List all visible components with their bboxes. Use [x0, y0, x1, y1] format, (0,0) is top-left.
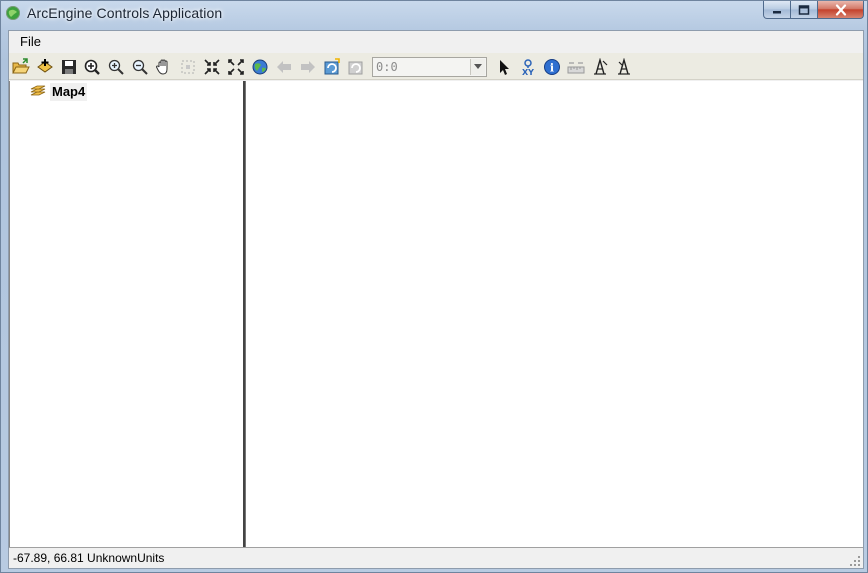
menu-bar: File: [9, 31, 863, 52]
forward-extent-button[interactable]: [297, 56, 319, 78]
menu-file[interactable]: File: [15, 33, 46, 51]
maximize-button[interactable]: [791, 1, 818, 19]
status-coordinates: -67.89, 66.81 UnknownUnits: [13, 551, 165, 565]
open-folder-icon: [12, 58, 30, 74]
zoom-in-box-icon: [84, 59, 100, 75]
zoom-to-selected-button[interactable]: [177, 56, 199, 78]
save-disk-icon: [62, 60, 76, 74]
full-extent-button[interactable]: [249, 56, 271, 78]
toc-map-label[interactable]: Map4: [50, 83, 88, 101]
select-elements-button[interactable]: [493, 56, 515, 78]
go-to-xy-button[interactable]: XY: [517, 56, 539, 78]
identify-button[interactable]: i: [541, 56, 563, 78]
minimize-icon: [773, 10, 781, 13]
page-refresh-icon: [348, 61, 363, 75]
find-button[interactable]: [589, 56, 611, 78]
back-extent-button[interactable]: [273, 56, 295, 78]
measure-button[interactable]: [565, 56, 587, 78]
open-document-button[interactable]: [10, 56, 32, 78]
resize-grip-icon[interactable]: [849, 554, 861, 566]
close-button[interactable]: [818, 1, 864, 19]
svg-text:i: i: [550, 62, 554, 75]
save-button[interactable]: [58, 56, 80, 78]
title-bar[interactable]: ArcEngine Controls Application: [1, 1, 867, 27]
chevron-down-icon: [474, 64, 482, 69]
ruler-icon: [567, 62, 585, 74]
add-data-button[interactable]: [34, 56, 56, 78]
zoom-out-icon: [132, 59, 148, 75]
add-data-icon: [37, 59, 53, 73]
application-window: ArcEngine Controls Application File 0:0 …: [0, 0, 868, 573]
arrow-left-icon: [277, 61, 291, 73]
map-canvas[interactable]: [245, 81, 863, 547]
zoom-out-button[interactable]: [129, 56, 151, 78]
client-area: File 0:0 XY i Map4 -67.89, 66.81 Unknown…: [8, 30, 864, 569]
globe-app-icon: [5, 5, 21, 21]
pointer-arrow-icon: [500, 60, 509, 75]
fixed-zoom-out-icon: [228, 59, 244, 75]
fixed-zoom-in-icon: [204, 59, 220, 75]
fixed-zoom-in-button[interactable]: [201, 56, 223, 78]
zoom-in-fixed-button[interactable]: [81, 56, 103, 78]
window-title: ArcEngine Controls Application: [27, 5, 223, 21]
svg-text:XY: XY: [522, 68, 534, 76]
zoom-in-button[interactable]: [105, 56, 127, 78]
pan-button[interactable]: [153, 56, 175, 78]
arrow-right-icon: [301, 61, 315, 73]
scale-dropdown-button[interactable]: [470, 59, 485, 75]
globe-full-extent-icon: [252, 59, 268, 75]
layers-icon: [30, 85, 46, 99]
status-bar: -67.89, 66.81 UnknownUnits: [9, 547, 863, 568]
toolbar: 0:0 XY i: [9, 53, 863, 80]
minimize-button[interactable]: [763, 1, 791, 19]
lightning-tool-icon: [618, 58, 630, 75]
maximize-icon: [798, 4, 810, 15]
refresh-map-icon: [324, 58, 340, 75]
hyperlink-button[interactable]: [613, 56, 635, 78]
page-refresh-button[interactable]: [345, 56, 367, 78]
scale-combo[interactable]: 0:0: [372, 57, 487, 77]
pan-hand-icon: [155, 59, 168, 75]
toc-panel[interactable]: Map4: [9, 81, 245, 547]
refresh-button[interactable]: [321, 56, 343, 78]
zoom-to-selected-icon: [181, 60, 195, 74]
info-icon: i: [544, 59, 560, 75]
zoom-in-icon: [108, 59, 124, 75]
binoculars-pen-icon: [594, 58, 608, 75]
go-to-xy-icon: XY: [522, 59, 534, 76]
scale-value: 0:0: [376, 60, 398, 74]
fixed-zoom-out-button[interactable]: [225, 56, 247, 78]
close-icon: [835, 4, 846, 15]
